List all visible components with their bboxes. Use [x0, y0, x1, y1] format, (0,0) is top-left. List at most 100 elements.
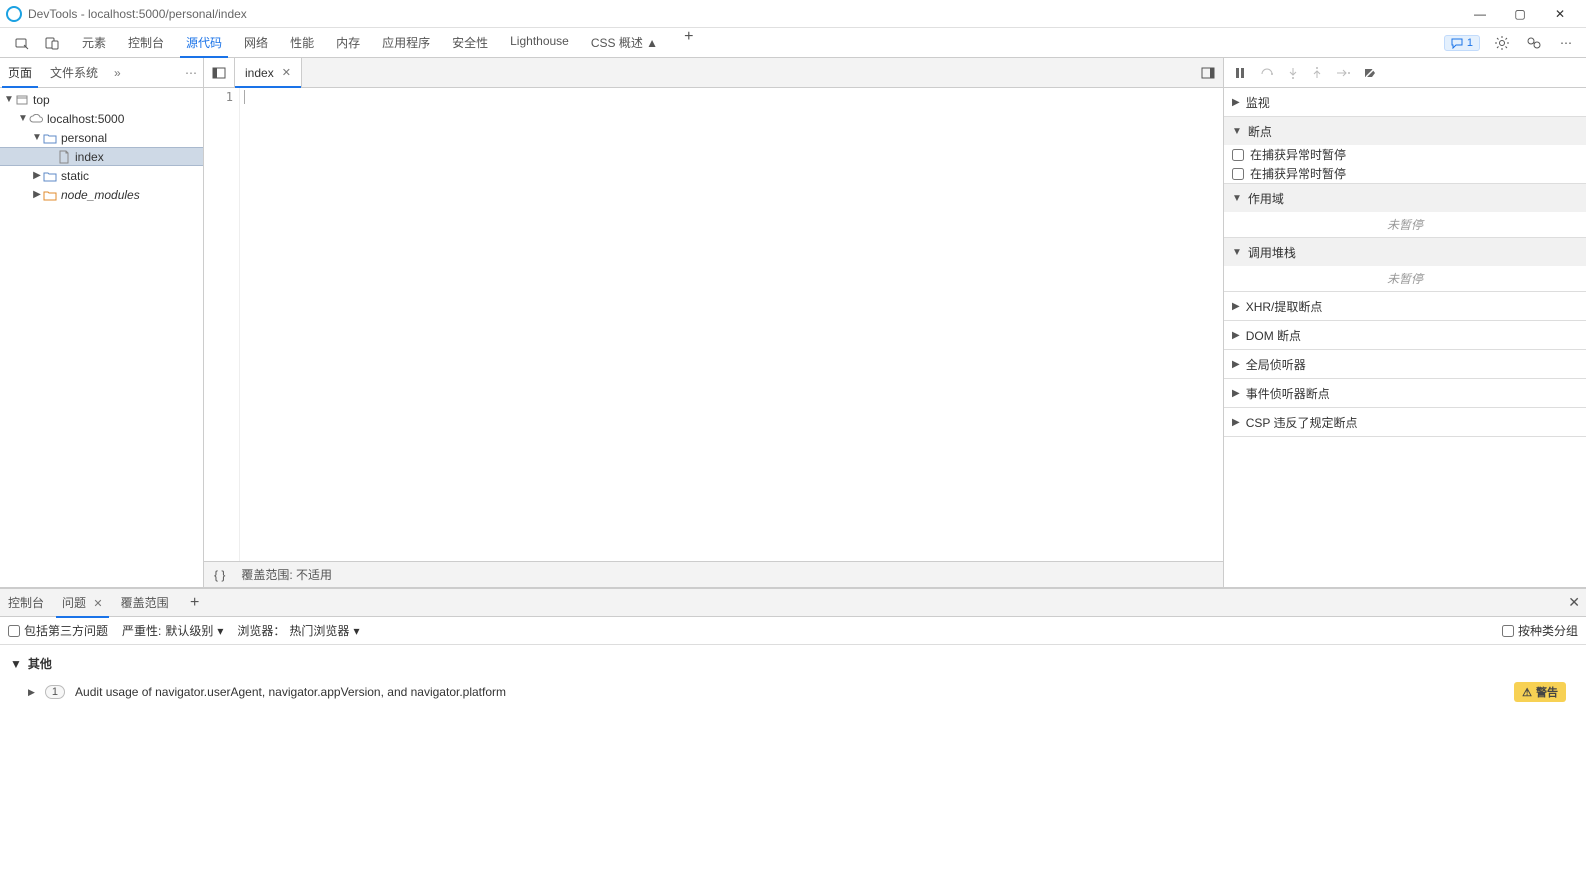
tree-node-index[interactable]: index	[0, 147, 203, 166]
issues-indicator[interactable]: 1	[1444, 35, 1480, 51]
tree-node-host[interactable]: ▼ localhost:5000	[0, 109, 203, 128]
issue-message: Audit usage of navigator.userAgent, navi…	[75, 685, 1504, 699]
tree-node-node-modules[interactable]: ▶ node_modules	[0, 185, 203, 204]
tab-memory[interactable]: 内存	[334, 28, 362, 57]
coverage-status: 覆盖范围: 不适用	[241, 566, 332, 583]
drawer-panel: 控制台 问题 ✕ 覆盖范围 + ✕ 包括第三方问题 严重性: 默认级别 ▾ 浏览…	[0, 588, 1586, 714]
pause-on-caught-2[interactable]: 在捕获异常时暂停	[1224, 164, 1586, 183]
include-third-party[interactable]: 包括第三方问题	[8, 622, 108, 639]
chevron-down-icon: ▾	[217, 624, 223, 638]
step-over-icon[interactable]	[1260, 67, 1274, 79]
folder-icon	[42, 130, 58, 146]
drawer-tab-issues[interactable]: 问题 ✕	[60, 590, 105, 615]
code-area[interactable]	[240, 88, 1223, 561]
section-global-listeners[interactable]: ▶全局侦听器	[1224, 350, 1586, 378]
window-titlebar: DevTools - localhost:5000/personal/index…	[0, 0, 1586, 28]
subtab-filesystem[interactable]: 文件系统	[48, 60, 100, 85]
subtab-page[interactable]: 页面	[6, 60, 34, 85]
section-xhr[interactable]: ▶XHR/提取断点	[1224, 292, 1586, 320]
window-title: DevTools - localhost:5000/personal/index	[28, 7, 1470, 21]
issue-speech-icon	[1451, 37, 1463, 49]
checkbox-third-party[interactable]	[8, 625, 20, 637]
toggle-navigator-icon[interactable]	[204, 58, 235, 87]
subtab-overflow-icon[interactable]: »	[114, 66, 121, 80]
tree-label-index: index	[75, 150, 104, 164]
step-into-icon[interactable]	[1288, 67, 1298, 79]
chevron-down-icon: ▾	[353, 624, 359, 638]
file-tree: ▼ top ▼ localhost:5000 ▼ personal index …	[0, 88, 203, 587]
step-out-icon[interactable]	[1312, 67, 1322, 79]
device-toolbar-icon[interactable]	[42, 33, 62, 53]
tab-application[interactable]: 应用程序	[380, 28, 432, 57]
navigator-panel: 页面 文件系统 » ⋯ ▼ top ▼ localhost:5000 ▼ per…	[0, 58, 204, 587]
callstack-not-paused: 未暂停	[1224, 266, 1586, 291]
file-tab-label: index	[245, 66, 274, 80]
devtools-app-icon	[6, 6, 22, 22]
line-gutter: 1	[204, 88, 240, 561]
add-tab-button[interactable]: +	[684, 28, 693, 57]
more-menu-icon[interactable]: ⋯	[1556, 33, 1576, 53]
tree-label-host: localhost:5000	[47, 112, 124, 126]
pretty-print-icon[interactable]: { }	[214, 568, 225, 582]
tab-sources[interactable]: 源代码	[184, 28, 224, 57]
tree-node-top[interactable]: ▼ top	[0, 90, 203, 109]
file-tab-index[interactable]: index ✕	[235, 58, 302, 87]
add-drawer-tab-icon[interactable]: +	[185, 593, 205, 613]
tab-elements[interactable]: 元素	[80, 28, 108, 57]
section-event-listeners[interactable]: ▶事件侦听器断点	[1224, 379, 1586, 407]
scope-not-paused: 未暂停	[1224, 212, 1586, 237]
severity-dropdown[interactable]: 严重性: 默认级别 ▾	[122, 622, 223, 639]
deactivate-breakpoints-icon[interactable]	[1364, 67, 1376, 79]
code-editor[interactable]: 1	[204, 88, 1223, 561]
section-breakpoints[interactable]: ▼断点	[1224, 117, 1586, 145]
checkbox-group-by-kind[interactable]	[1502, 625, 1514, 637]
tree-label-node-modules: node_modules	[61, 188, 140, 202]
section-csp[interactable]: ▶CSP 违反了规定断点	[1224, 408, 1586, 436]
section-callstack[interactable]: ▼调用堆栈	[1224, 238, 1586, 266]
line-number-1: 1	[204, 90, 233, 104]
cloud-icon	[28, 111, 44, 127]
subtab-more-icon[interactable]: ⋯	[185, 66, 197, 80]
issue-group-other[interactable]: ▼ 其他	[10, 651, 1576, 676]
expand-issue-icon[interactable]: ▶	[28, 687, 35, 698]
drawer-tab-coverage[interactable]: 覆盖范围	[119, 590, 171, 615]
inspect-element-icon[interactable]	[12, 33, 32, 53]
editor-cursor	[244, 90, 245, 104]
main-tab-bar: 元素 控制台 源代码 网络 性能 内存 应用程序 安全性 Lighthouse …	[0, 28, 1586, 58]
tab-performance[interactable]: 性能	[288, 28, 316, 57]
section-dom[interactable]: ▶DOM 断点	[1224, 321, 1586, 349]
issues-count: 1	[1467, 37, 1473, 49]
tree-node-personal[interactable]: ▼ personal	[0, 128, 203, 147]
pause-on-caught-1[interactable]: 在捕获异常时暂停	[1224, 145, 1586, 164]
group-by-kind[interactable]: 按种类分组	[1502, 622, 1578, 639]
editor-status-bar: { } 覆盖范围: 不适用	[204, 561, 1223, 587]
checkbox-pause-1[interactable]	[1232, 149, 1244, 161]
drawer-tab-console[interactable]: 控制台	[6, 590, 46, 615]
tab-security[interactable]: 安全性	[450, 28, 490, 57]
checkbox-pause-2[interactable]	[1232, 168, 1244, 180]
dock-side-icon[interactable]	[1524, 33, 1544, 53]
tab-console[interactable]: 控制台	[126, 28, 166, 57]
tree-node-static[interactable]: ▶ static	[0, 166, 203, 185]
issue-count-badge: 1	[45, 685, 65, 699]
issue-row[interactable]: ▶ 1 Audit usage of navigator.userAgent, …	[10, 676, 1576, 708]
tab-css-overview[interactable]: CSS 概述 ▲	[589, 28, 660, 57]
tab-lighthouse[interactable]: Lighthouse	[508, 28, 571, 57]
close-drawer-icon[interactable]: ✕	[1568, 594, 1580, 611]
minimize-button[interactable]: —	[1470, 7, 1490, 21]
tab-network[interactable]: 网络	[242, 28, 270, 57]
section-scope[interactable]: ▼作用域	[1224, 184, 1586, 212]
section-monitor[interactable]: ▶监视	[1224, 88, 1586, 116]
pause-icon[interactable]	[1234, 67, 1246, 79]
warning-badge: ⚠ 警告	[1514, 682, 1566, 702]
browser-dropdown[interactable]: 浏览器： 热门浏览器 ▾	[237, 622, 359, 639]
close-window-button[interactable]: ✕	[1550, 7, 1570, 21]
close-drawer-tab-icon[interactable]: ✕	[93, 598, 102, 610]
settings-icon[interactable]	[1492, 33, 1512, 53]
folder-icon	[42, 168, 58, 184]
step-icon[interactable]	[1336, 68, 1350, 78]
toggle-debugger-icon[interactable]	[1193, 67, 1223, 79]
editor-panel: index ✕ 1 { } 覆盖范围: 不适用	[204, 58, 1224, 587]
close-tab-icon[interactable]: ✕	[282, 66, 291, 79]
maximize-button[interactable]: ▢	[1510, 7, 1530, 21]
